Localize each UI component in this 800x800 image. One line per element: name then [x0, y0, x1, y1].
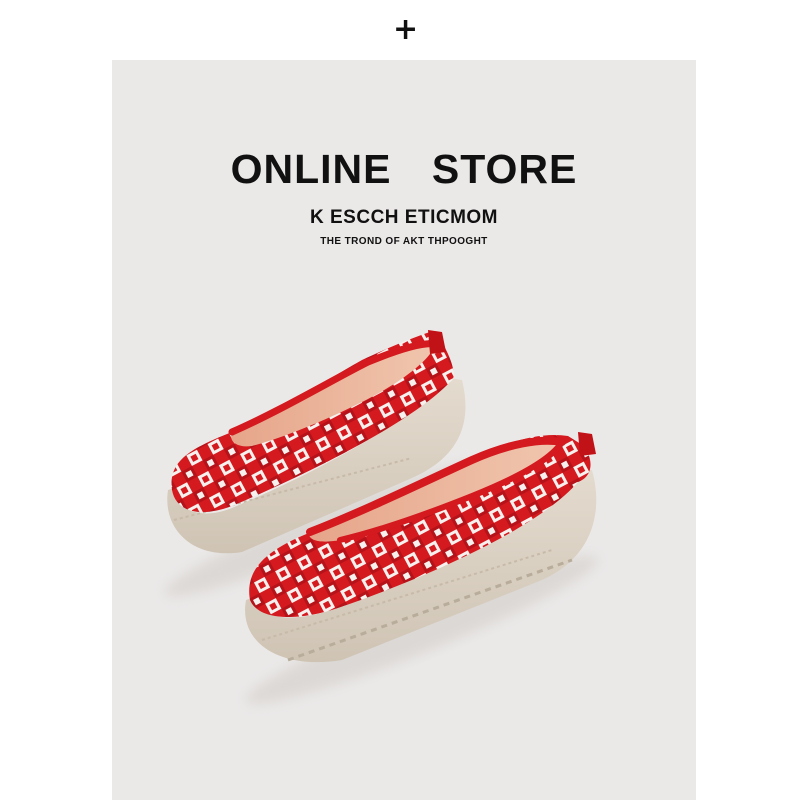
store-tagline: THE TROND OF AKT THPOOGHT — [320, 236, 488, 247]
store-title: ONLINE STORE — [230, 146, 578, 192]
page: + ONLINE STORE K ESCCH ETICMOM THE TROND… — [0, 0, 800, 800]
product-banner: ONLINE STORE K ESCCH ETICMOM THE TROND O… — [112, 60, 696, 800]
store-subtitle: K ESCCH ETICMOM — [310, 207, 498, 228]
plus-icon[interactable]: + — [393, 15, 418, 45]
